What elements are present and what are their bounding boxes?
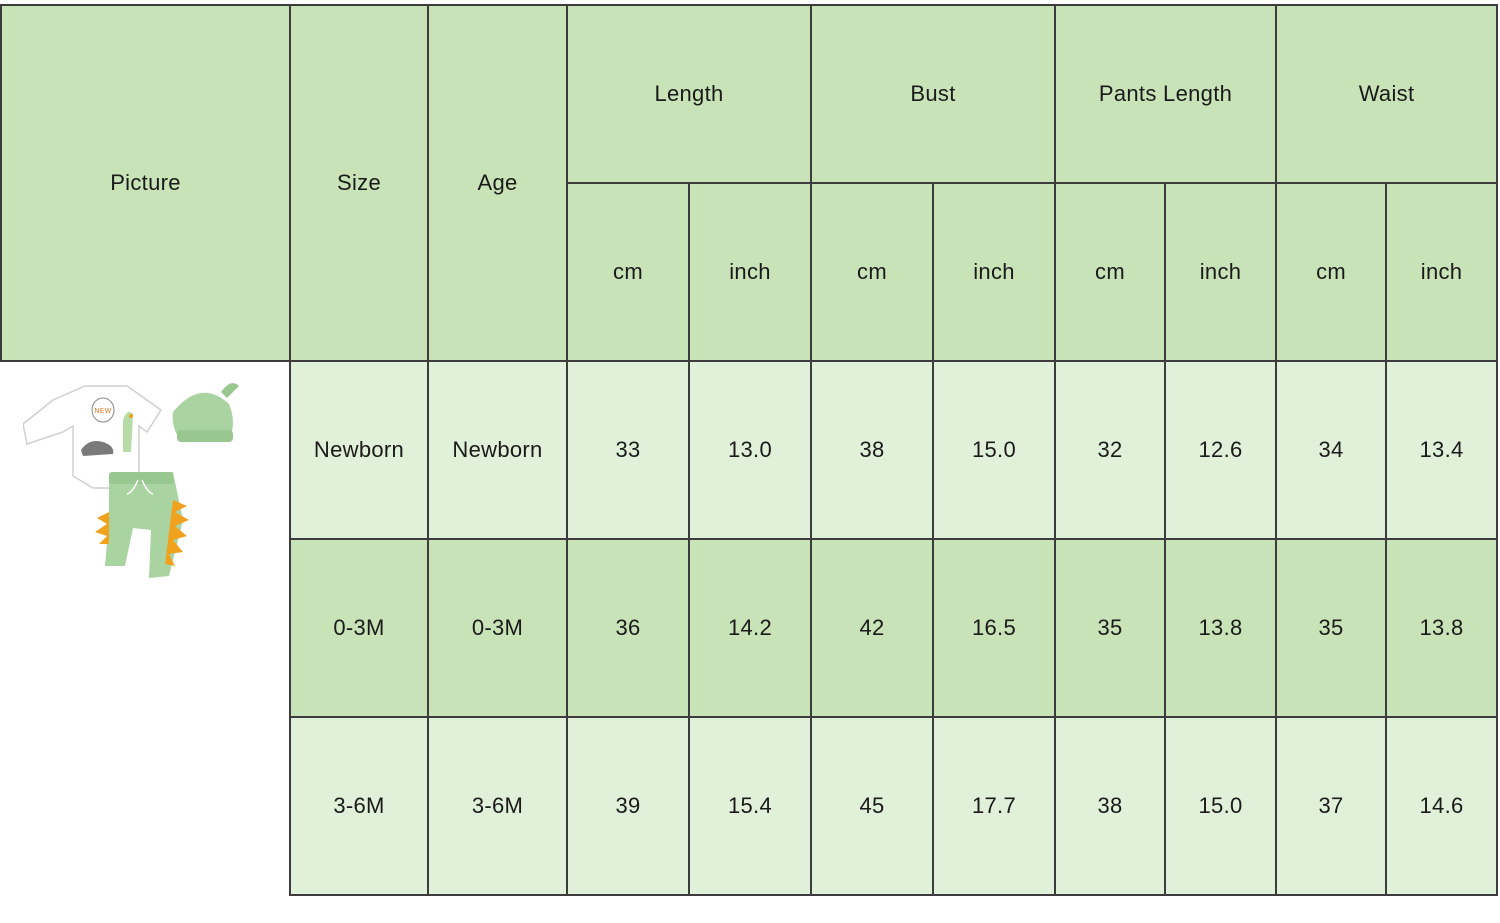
- baby-outfit-illustration-icon: NEW: [1, 362, 289, 632]
- subheader-length-inch: inch: [688, 182, 812, 362]
- cell-waist-cm: 37: [1275, 716, 1388, 896]
- header-age: Age: [427, 4, 568, 362]
- header-pants-length: Pants Length: [1054, 4, 1278, 184]
- cell-pants-cm: 32: [1054, 360, 1167, 540]
- cell-bust-inch: 15.0: [931, 360, 1057, 540]
- subheader-length-cm: cm: [566, 182, 690, 362]
- header-size: Size: [289, 4, 429, 362]
- cell-age: 0-3M: [427, 538, 568, 718]
- cell-waist-inch: 14.6: [1385, 716, 1499, 896]
- cell-length-cm: 36: [566, 538, 690, 718]
- subheader-waist-cm: cm: [1275, 182, 1388, 362]
- header-bust: Bust: [809, 4, 1057, 184]
- cell-length-inch: 14.2: [688, 538, 812, 718]
- header-waist: Waist: [1275, 4, 1499, 184]
- cell-length-cm: 33: [566, 360, 690, 540]
- subheader-waist-inch: inch: [1385, 182, 1499, 362]
- table-row: NEW Newborn Newborn 33 13.0 38 15.0 32 1…: [1, 360, 1499, 895]
- cell-pants-inch: 15.0: [1164, 716, 1278, 896]
- cell-waist-inch: 13.4: [1385, 360, 1499, 540]
- picture-cell: NEW: [1, 360, 291, 895]
- cell-length-inch: 13.0: [688, 360, 812, 540]
- header-length: Length: [566, 4, 812, 184]
- cell-bust-inch: 16.5: [931, 538, 1057, 718]
- cell-bust-cm: 45: [810, 716, 934, 896]
- subheader-pants-inch: inch: [1164, 182, 1278, 362]
- cell-size: 3-6M: [289, 716, 429, 896]
- cell-bust-inch: 17.7: [931, 716, 1057, 896]
- cell-waist-cm: 34: [1275, 360, 1388, 540]
- cell-pants-cm: 35: [1054, 538, 1167, 718]
- cell-length-cm: 39: [566, 716, 690, 896]
- header-picture: Picture: [0, 4, 291, 362]
- cell-length-inch: 15.4: [688, 716, 812, 896]
- cell-pants-inch: 13.8: [1164, 538, 1278, 718]
- cell-age: Newborn: [427, 360, 568, 540]
- cell-size: 0-3M: [289, 538, 429, 718]
- cell-pants-inch: 12.6: [1164, 360, 1278, 540]
- cell-bust-cm: 42: [810, 538, 934, 718]
- cell-size: Newborn: [289, 360, 429, 540]
- cell-pants-cm: 38: [1054, 716, 1167, 896]
- outfit-svg: NEW: [23, 383, 239, 578]
- cell-waist-cm: 35: [1275, 538, 1388, 718]
- cell-waist-inch: 13.8: [1385, 538, 1499, 718]
- cell-age: 3-6M: [427, 716, 568, 896]
- cell-bust-cm: 38: [810, 360, 934, 540]
- subheader-bust-inch: inch: [931, 182, 1057, 362]
- subheader-bust-cm: cm: [810, 182, 934, 362]
- onesie-text: NEW: [94, 407, 111, 415]
- subheader-pants-cm: cm: [1054, 182, 1167, 362]
- size-chart-table: Picture Size Age Length Bust Pants Lengt…: [0, 4, 1499, 896]
